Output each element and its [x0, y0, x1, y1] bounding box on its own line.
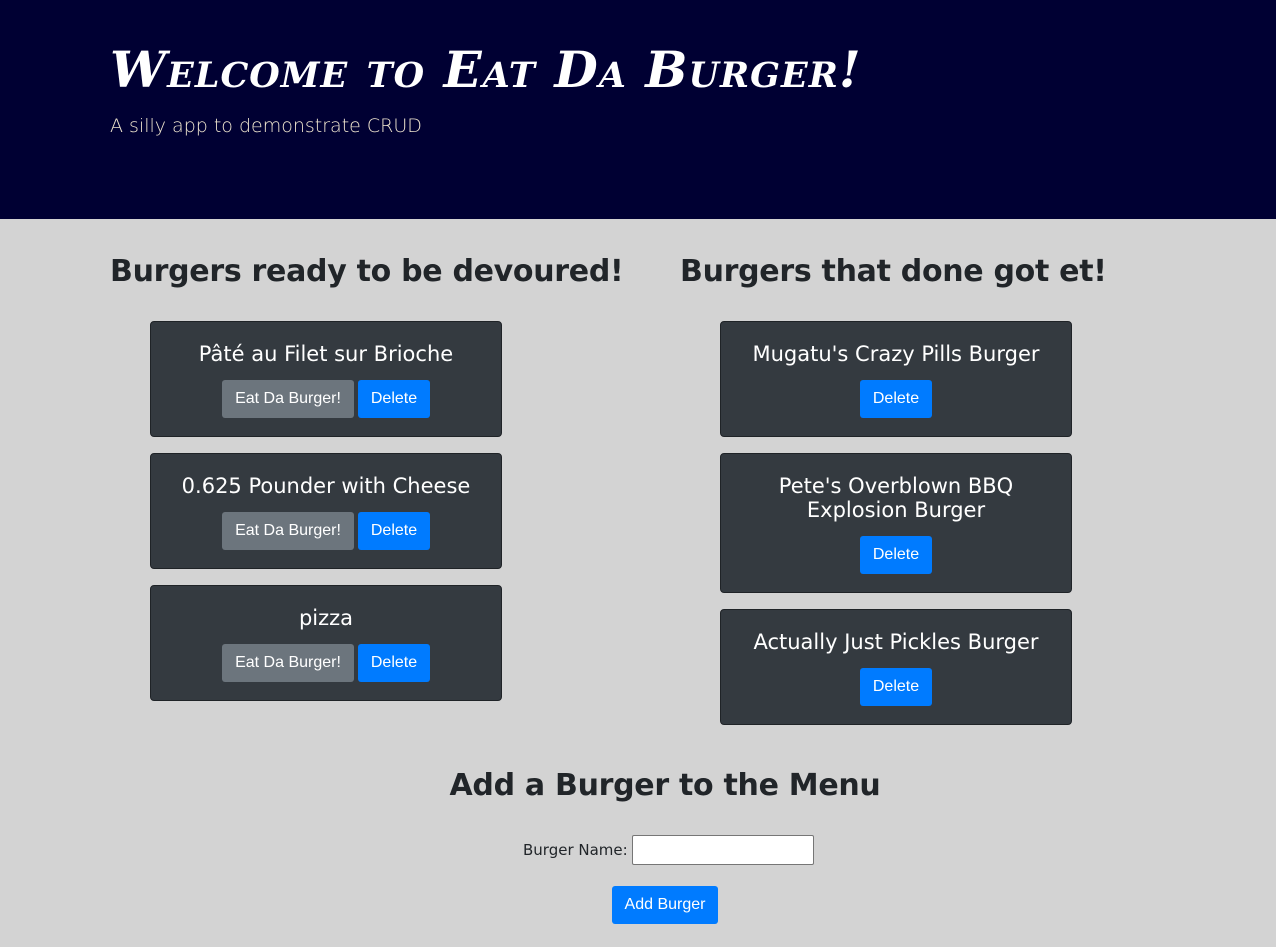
site-subtitle: A silly app to demonstrate CRUD: [110, 115, 422, 137]
ready-burger-card: 0.625 Pounder with Cheese Eat Da Burger!…: [150, 453, 502, 569]
delete-button[interactable]: Delete: [860, 668, 932, 706]
burger-name-label: Burger Name:: [523, 841, 628, 859]
add-burger-form: Burger Name:: [523, 835, 814, 865]
delete-button[interactable]: Delete: [358, 644, 430, 682]
burger-name: 0.625 Pounder with Cheese: [181, 474, 471, 498]
burger-name: Actually Just Pickles Burger: [753, 630, 1039, 654]
ready-heading: Burgers ready to be devoured!: [110, 254, 624, 289]
card-actions: Eat Da Burger! Delete: [151, 380, 501, 418]
delete-button[interactable]: Delete: [358, 380, 430, 418]
burger-name: Pâté au Filet sur Brioche: [198, 342, 454, 366]
ready-burger-card: Pâté au Filet sur Brioche Eat Da Burger!…: [150, 321, 502, 437]
ready-burger-card: pizza Eat Da Burger! Delete: [150, 585, 502, 701]
card-actions: Eat Da Burger! Delete: [151, 512, 501, 550]
eat-burger-button[interactable]: Eat Da Burger!: [222, 380, 354, 418]
delete-button[interactable]: Delete: [860, 380, 932, 418]
burger-name-input[interactable]: [631, 835, 814, 865]
add-burger-heading: Add a Burger to the Menu: [449, 768, 881, 803]
header-banner: Welcome to Eat Da Burger! A silly app to…: [0, 0, 1276, 219]
card-actions: Delete: [721, 380, 1071, 418]
card-actions: Delete: [721, 668, 1071, 706]
eat-burger-button[interactable]: Eat Da Burger!: [222, 512, 354, 550]
eat-burger-button[interactable]: Eat Da Burger!: [222, 644, 354, 682]
delete-button[interactable]: Delete: [358, 512, 430, 550]
devoured-heading: Burgers that done got et!: [680, 254, 1107, 289]
burger-name: pizza: [298, 606, 354, 630]
burger-name: Mugatu's Crazy Pills Burger: [752, 342, 1040, 366]
card-actions: Eat Da Burger! Delete: [151, 644, 501, 682]
devoured-burger-card: Actually Just Pickles Burger Delete: [720, 609, 1072, 725]
delete-button[interactable]: Delete: [860, 536, 932, 574]
burger-name: Pete's Overblown BBQ Explosion Burger: [778, 474, 1014, 522]
card-actions: Delete: [721, 536, 1071, 574]
devoured-burger-card: Mugatu's Crazy Pills Burger Delete: [720, 321, 1072, 437]
site-title: Welcome to Eat Da Burger!: [110, 40, 862, 99]
devoured-burger-card: Pete's Overblown BBQ Explosion Burger De…: [720, 453, 1072, 593]
add-burger-button[interactable]: Add Burger: [612, 886, 718, 924]
